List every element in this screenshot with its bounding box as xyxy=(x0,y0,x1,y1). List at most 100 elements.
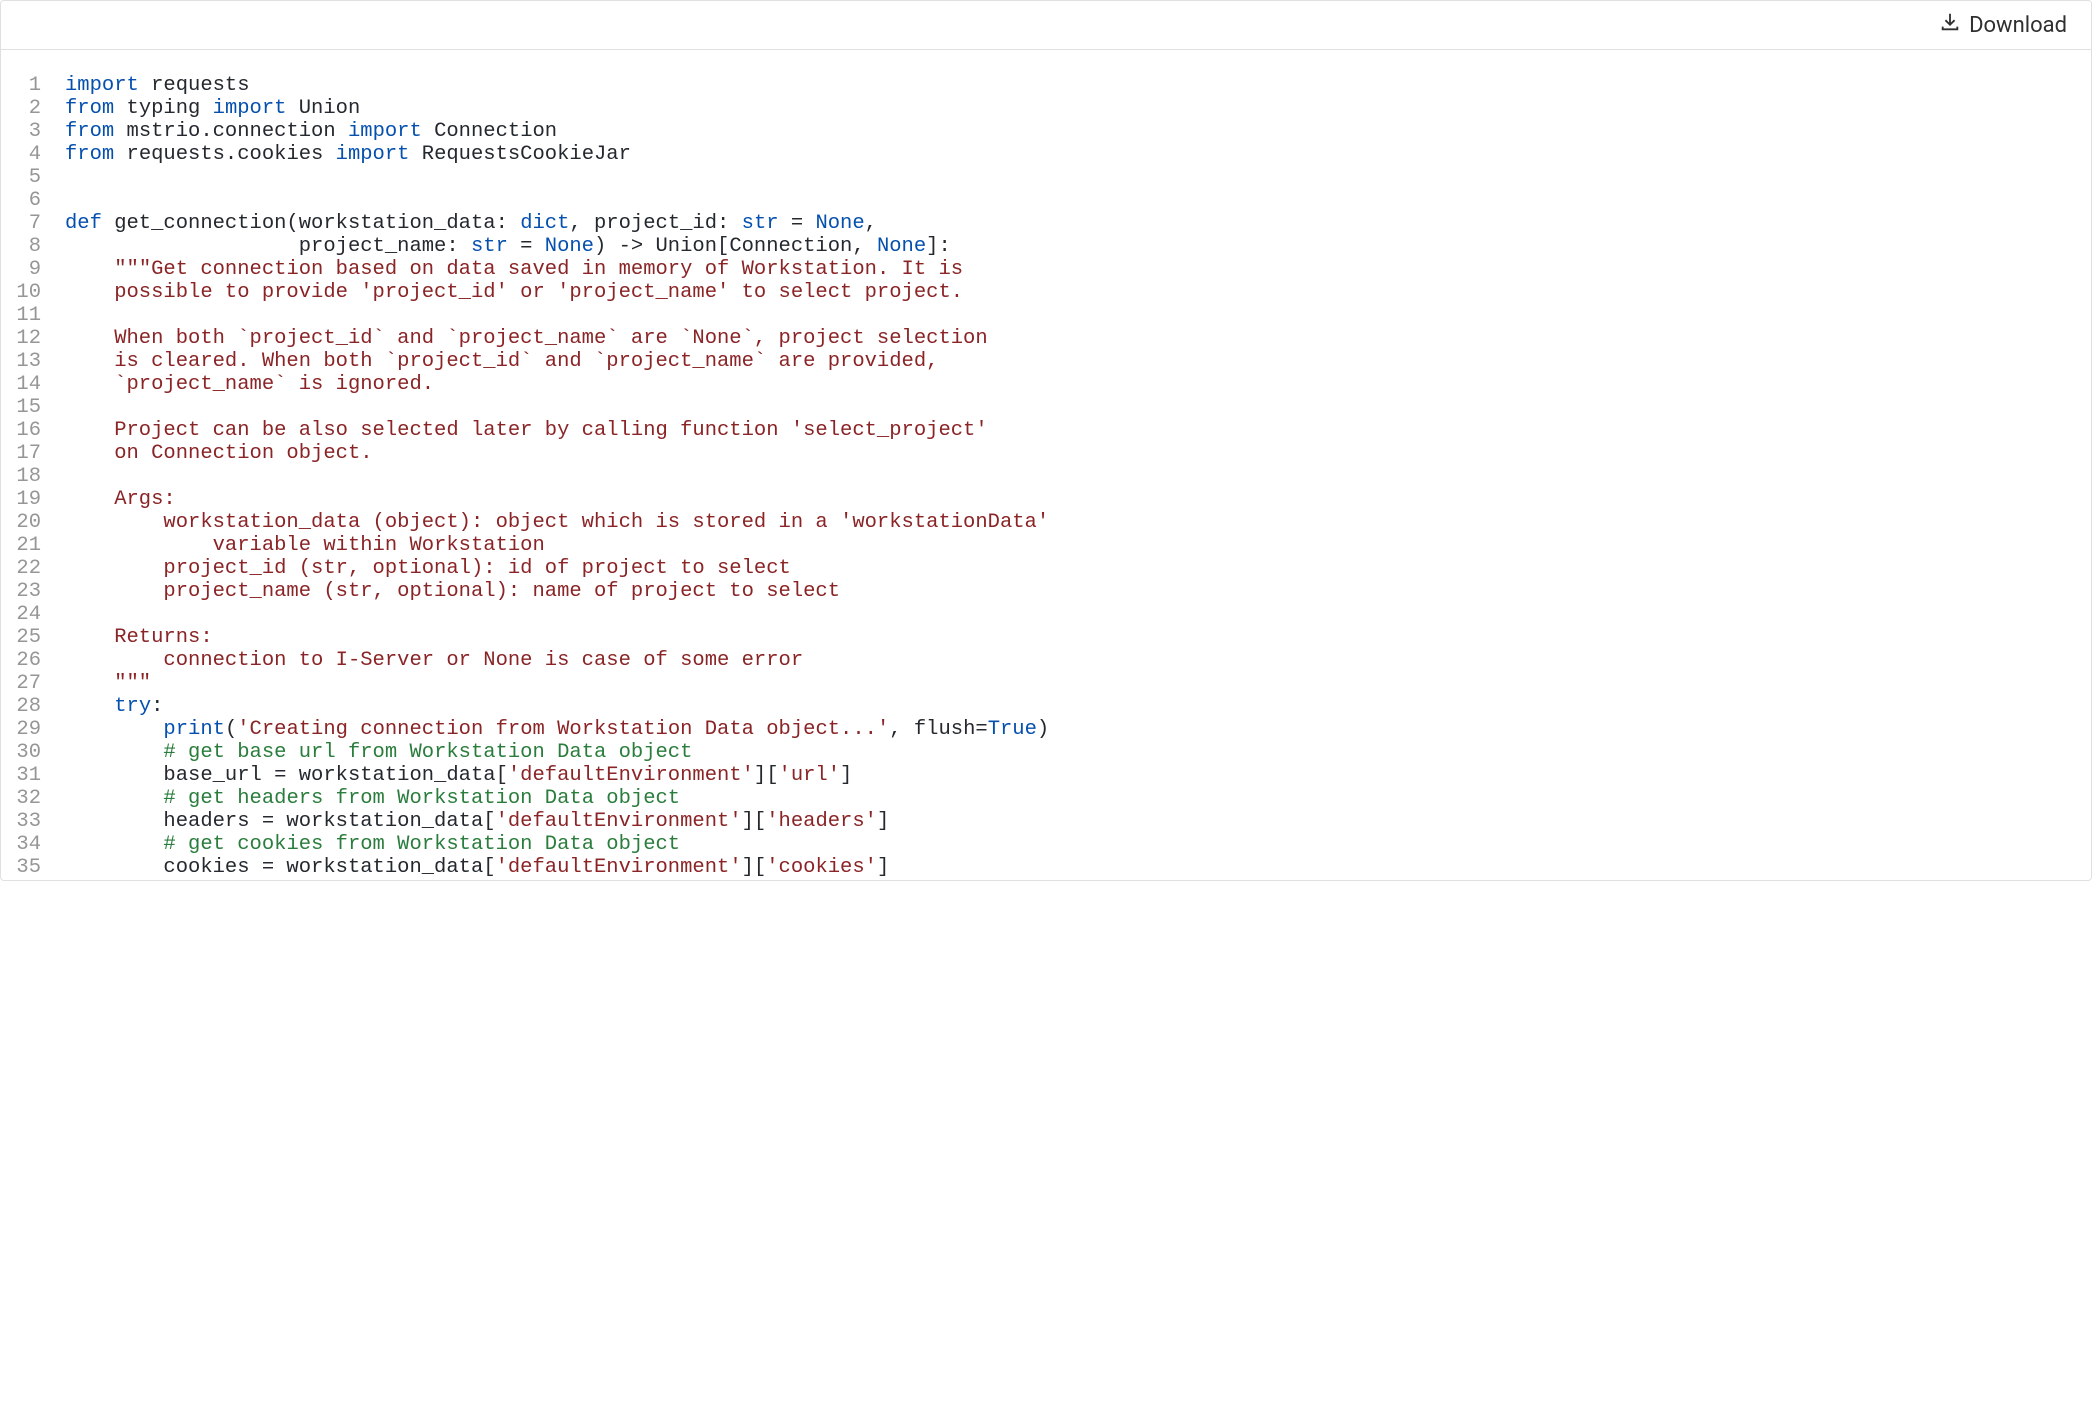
code-token: = xyxy=(779,212,816,235)
code-token: headers = workstation_data[ xyxy=(65,810,496,833)
code-token: None xyxy=(877,235,926,258)
code-line[interactable]: # get base url from Workstation Data obj… xyxy=(61,741,2091,764)
code-token: requests xyxy=(139,74,250,97)
code-token xyxy=(65,258,114,281)
code-token: import xyxy=(348,120,422,143)
code-token: 'headers' xyxy=(766,810,877,833)
line-number: 11 xyxy=(1,304,61,327)
code-line[interactable]: """ xyxy=(61,672,2091,695)
code-line[interactable]: # get headers from Workstation Data obje… xyxy=(61,787,2091,810)
code-line[interactable]: try: xyxy=(61,695,2091,718)
code-row: 1import requests xyxy=(1,74,2091,97)
code-token: str xyxy=(742,212,779,235)
line-number: 21 xyxy=(1,534,61,557)
code-line[interactable]: `project_name` is ignored. xyxy=(61,373,2091,396)
line-number: 5 xyxy=(1,166,61,189)
line-number: 14 xyxy=(1,373,61,396)
code-token: workstation_data (object): object which … xyxy=(65,511,1049,534)
code-row: 5 xyxy=(1,166,2091,189)
code-line[interactable]: from mstrio.connection import Connection xyxy=(61,120,2091,143)
code-line[interactable]: """Get connection based on data saved in… xyxy=(61,258,2091,281)
code-line[interactable]: project_id (str, optional): id of projec… xyxy=(61,557,2091,580)
code-line[interactable]: on Connection object. xyxy=(61,442,2091,465)
code-row: 29 print('Creating connection from Works… xyxy=(1,718,2091,741)
line-number: 33 xyxy=(1,810,61,833)
code-line[interactable]: cookies = workstation_data['defaultEnvir… xyxy=(61,856,2091,879)
code-token: # get headers from Workstation Data obje… xyxy=(163,787,680,810)
code-token: 'defaultEnvironment' xyxy=(508,764,754,787)
code-token: def xyxy=(65,212,102,235)
code-line[interactable]: from typing import Union xyxy=(61,97,2091,120)
code-token: Returns: xyxy=(65,626,213,649)
code-token: connection to I-Server or None is case o… xyxy=(65,649,803,672)
code-row: 25 Returns: xyxy=(1,626,2091,649)
code-token: ]: xyxy=(926,235,951,258)
code-token: : xyxy=(151,695,163,718)
code-row: 10 possible to provide 'project_id' or '… xyxy=(1,281,2091,304)
line-number: 15 xyxy=(1,396,61,419)
code-line[interactable]: connection to I-Server or None is case o… xyxy=(61,649,2091,672)
code-line[interactable]: base_url = workstation_data['defaultEnvi… xyxy=(61,764,2091,787)
code-line[interactable]: from requests.cookies import RequestsCoo… xyxy=(61,143,2091,166)
code-line[interactable]: Returns: xyxy=(61,626,2091,649)
code-row: 2from typing import Union xyxy=(1,97,2091,120)
code-row: 7def get_connection(workstation_data: di… xyxy=(1,212,2091,235)
code-row: 15 xyxy=(1,396,2091,419)
code-token: 'cookies' xyxy=(766,856,877,879)
code-line[interactable]: Args: xyxy=(61,488,2091,511)
code-token: cookies = workstation_data[ xyxy=(65,856,496,879)
code-row: 28 try: xyxy=(1,695,2091,718)
code-line[interactable]: Project can be also selected later by ca… xyxy=(61,419,2091,442)
line-number: 19 xyxy=(1,488,61,511)
code-row: 21 variable within Workstation xyxy=(1,534,2091,557)
code-row: 11 xyxy=(1,304,2091,327)
code-token xyxy=(65,833,163,856)
download-button[interactable]: Download xyxy=(1939,11,2067,39)
download-icon xyxy=(1939,11,1961,39)
code-line[interactable]: def get_connection(workstation_data: dic… xyxy=(61,212,2091,235)
code-token: = xyxy=(508,235,545,258)
code-token: True xyxy=(988,718,1037,741)
code-line[interactable]: # get cookies from Workstation Data obje… xyxy=(61,833,2091,856)
line-number: 24 xyxy=(1,603,61,626)
line-number: 32 xyxy=(1,787,61,810)
line-number: 35 xyxy=(1,856,61,879)
code-line[interactable]: variable within Workstation xyxy=(61,534,2091,557)
code-token: ] xyxy=(877,810,889,833)
code-row: 13 is cleared. When both `project_id` an… xyxy=(1,350,2091,373)
code-token: dict xyxy=(520,212,569,235)
code-line[interactable]: print('Creating connection from Workstat… xyxy=(61,718,2091,741)
code-line[interactable]: project_name (str, optional): name of pr… xyxy=(61,580,2091,603)
code-row: 27 """ xyxy=(1,672,2091,695)
code-line[interactable]: possible to provide 'project_id' or 'pro… xyxy=(61,281,2091,304)
code-token: 'defaultEnvironment' xyxy=(496,856,742,879)
code-token: # get cookies from Workstation Data obje… xyxy=(163,833,680,856)
code-token xyxy=(65,787,163,810)
code-token xyxy=(65,695,114,718)
code-token: Project can be also selected later by ca… xyxy=(65,419,988,442)
code-token: ][ xyxy=(754,764,779,787)
code-token: ( xyxy=(225,718,237,741)
code-row: 16 Project can be also selected later by… xyxy=(1,419,2091,442)
code-token: `project_name` is ignored. xyxy=(65,373,434,396)
line-number: 34 xyxy=(1,833,61,856)
code-line[interactable]: When both `project_id` and `project_name… xyxy=(61,327,2091,350)
code-line[interactable]: workstation_data (object): object which … xyxy=(61,511,2091,534)
code-token: , project_id: xyxy=(569,212,741,235)
code-row: 17 on Connection object. xyxy=(1,442,2091,465)
code-line[interactable]: import requests xyxy=(61,74,2091,97)
line-number: 26 xyxy=(1,649,61,672)
code-line[interactable]: project_name: str = None) -> Union[Conne… xyxy=(61,235,2091,258)
code-token xyxy=(65,718,163,741)
line-number: 10 xyxy=(1,281,61,304)
code-token: 'Creating connection from Workstation Da… xyxy=(237,718,889,741)
code-panel[interactable]: 1import requests2from typing import Unio… xyxy=(1,50,2091,880)
code-line[interactable]: is cleared. When both `project_id` and `… xyxy=(61,350,2091,373)
code-line[interactable]: headers = workstation_data['defaultEnvir… xyxy=(61,810,2091,833)
code-token: """ xyxy=(65,672,151,695)
line-number: 9 xyxy=(1,258,61,281)
code-token: requests.cookies xyxy=(114,143,335,166)
code-row: 31 base_url = workstation_data['defaultE… xyxy=(1,764,2091,787)
code-row: 33 headers = workstation_data['defaultEn… xyxy=(1,810,2091,833)
code-token: ][ xyxy=(742,856,767,879)
